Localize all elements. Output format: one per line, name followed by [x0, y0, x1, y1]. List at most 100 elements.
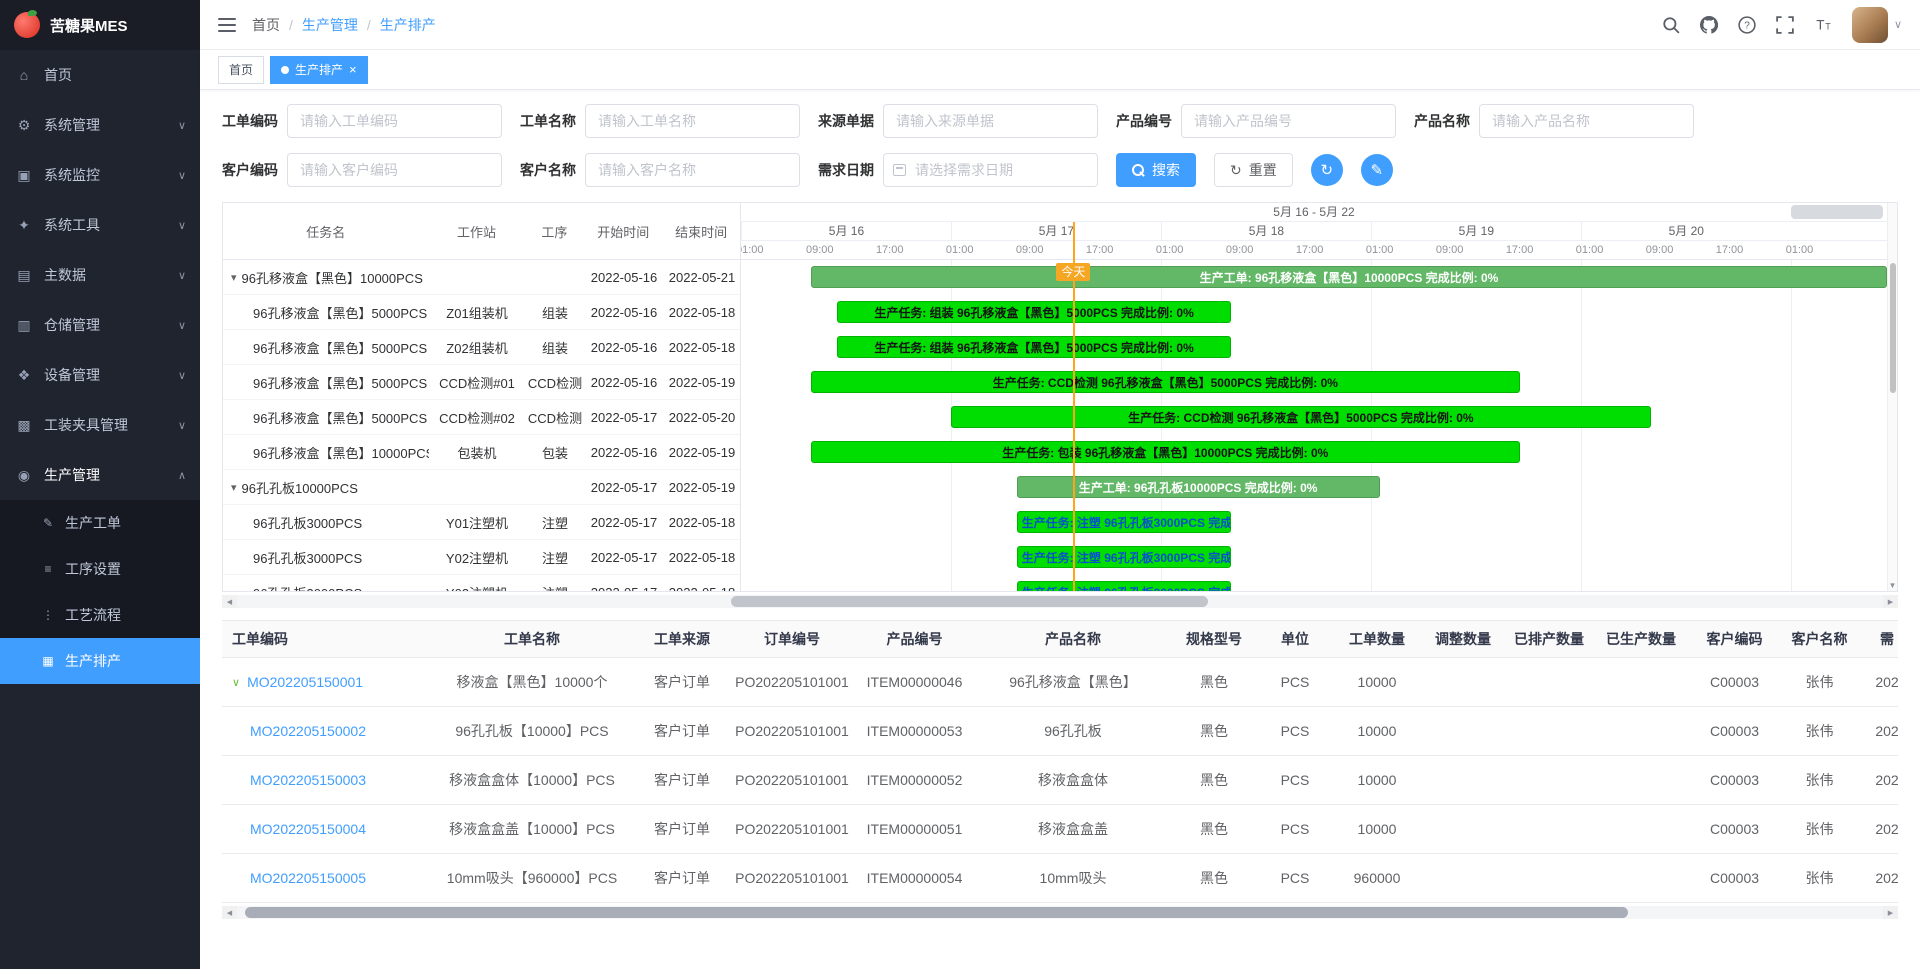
sidebar-item-production[interactable]: ◉生产管理∧	[0, 450, 200, 500]
user-menu[interactable]: ∨	[1852, 7, 1902, 43]
product-name-input[interactable]	[1479, 104, 1694, 138]
filter-field-need-date: 需求日期	[818, 153, 1098, 187]
product-code-input[interactable]	[1181, 104, 1396, 138]
work-order-name-input-wrap	[585, 104, 800, 138]
source-document-input[interactable]	[883, 104, 1098, 138]
gantt-vertical-scrollbar[interactable]: ▼	[1887, 203, 1897, 591]
sidebar-item-process-settings[interactable]: ≡工序设置	[0, 546, 200, 592]
customer-name-input[interactable]	[585, 153, 800, 187]
work-order-link[interactable]: MO202205150003	[250, 772, 366, 788]
gantt-hscroll-right-arrow[interactable]: ▶	[1883, 595, 1898, 608]
sidebar-item-warehouse[interactable]: ▥仓储管理∨	[0, 300, 200, 350]
gantt-task-row[interactable]: 96孔孔板3000PCSY02注塑机注塑2022-05-172022-05-18	[223, 540, 740, 575]
gantt-vscroll-down-arrow[interactable]: ▼	[1888, 581, 1897, 590]
breadcrumb-item[interactable]: 生产管理	[302, 15, 358, 35]
orders-cell-code: MO202205150004	[222, 821, 432, 837]
tab-首页[interactable]: 首页	[218, 56, 264, 84]
product-code-label: 产品编号	[1116, 111, 1172, 131]
sidebar-item-process-flow[interactable]: ⋮工艺流程	[0, 592, 200, 638]
table-horizontal-scrollbar[interactable]: ◀ ▶	[222, 906, 1898, 919]
gantt-task-bar[interactable]: 生产任务: 包装 96孔移液盒【黑色】10000PCS 完成比例: 0%	[811, 441, 1520, 463]
font-size-icon[interactable]: TT	[1814, 16, 1832, 34]
gantt-task-row[interactable]: 96孔移液盒【黑色】5000PCSZ01组装机组装2022-05-162022-…	[223, 295, 740, 330]
gantt-order-bar[interactable]: 生产工单: 96孔孔板10000PCS 完成比例: 0%	[1017, 476, 1380, 498]
gantt-task-bar[interactable]: 生产任务: 注塑 96孔孔板3000PCS 完成比例: 0%	[1017, 581, 1231, 591]
table-hscroll-track[interactable]	[237, 906, 1883, 919]
gantt-hscroll-thumb[interactable]	[731, 596, 1208, 607]
sidebar-toggle-icon[interactable]	[218, 18, 236, 32]
gantt-hscroll-left-arrow[interactable]: ◀	[222, 595, 237, 608]
help-icon[interactable]: ?	[1738, 16, 1756, 34]
edit-circle-button[interactable]: ✎	[1361, 154, 1393, 186]
tab-生产排产[interactable]: 生产排产×	[270, 56, 368, 84]
avatar[interactable]	[1852, 7, 1888, 43]
sidebar-item-home[interactable]: ⌂首页	[0, 50, 200, 100]
customer-code-input[interactable]	[287, 153, 502, 187]
gantt-task-row[interactable]: 96孔孔板3000PCSY01注塑机注塑2022-05-172022-05-18	[223, 505, 740, 540]
search-icon[interactable]	[1662, 16, 1680, 34]
work-order-link[interactable]: MO202205150005	[250, 870, 366, 886]
orders-cell-source: 客户订单	[632, 721, 732, 741]
work-order-code-input[interactable]	[287, 104, 502, 138]
gantt-task-row[interactable]: 96孔移液盒【黑色】10000PCS包装机包装2022-05-162022-05…	[223, 435, 740, 470]
refresh-circle-button[interactable]: ↻	[1311, 154, 1343, 186]
breadcrumb-separator: /	[289, 17, 293, 33]
table-hscroll-left-arrow[interactable]: ◀	[222, 906, 237, 919]
gantt-task-bar[interactable]: 生产任务: 注塑 96孔孔板3000PCS 完成比例: 0%	[1017, 546, 1231, 568]
orders-table-row[interactable]: ∨MO202205150001移液盒【黑色】10000个客户订单PO202205…	[222, 658, 1898, 707]
orders-table-row[interactable]: MO202205150004移液盒盒盖【10000】PCS客户订单PO20220…	[222, 805, 1898, 854]
sidebar-item-system-tools[interactable]: ✦系统工具∨	[0, 200, 200, 250]
gantt-task-row[interactable]: 96孔移液盒【黑色】5000PCSZ02组装机组装2022-05-162022-…	[223, 330, 740, 365]
caret-down-icon[interactable]: ▾	[231, 481, 237, 494]
fullscreen-icon[interactable]	[1776, 16, 1794, 34]
tab-close-icon[interactable]: ×	[349, 63, 357, 76]
gantt-task-row[interactable]: 96孔孔板3000PCSY03注塑机注塑2022-05-172022-05-18	[223, 575, 740, 591]
work-order-link[interactable]: MO202205150004	[250, 821, 366, 837]
work-order-link[interactable]: MO202205150002	[250, 723, 366, 739]
github-icon[interactable]	[1700, 16, 1718, 34]
gantt-task-row[interactable]: 96孔移液盒【黑色】5000PCSCCD检测#02CCD检测2022-05-17…	[223, 400, 740, 435]
search-button[interactable]: 搜索	[1116, 153, 1196, 187]
orders-cell-product-name: 96孔孔板	[977, 721, 1169, 741]
reset-button[interactable]: ↻重置	[1214, 153, 1293, 187]
gantt-task-bar[interactable]: 生产任务: 注塑 96孔孔板3000PCS 完成比例: 0%	[1017, 511, 1231, 533]
gantt-grid-header: 任务名工作站工序开始时间结束时间	[223, 203, 740, 260]
breadcrumb-item[interactable]: 首页	[252, 15, 280, 35]
orders-cell-need-date: 202	[1857, 870, 1917, 886]
gantt-task-bar[interactable]: 生产任务: 组装 96孔移液盒【黑色】5000PCS 完成比例: 0%	[837, 301, 1231, 323]
gantt-range-label: 5月 16 - 5月 22	[1273, 205, 1354, 219]
gantt-horizontal-scrollbar[interactable]: ◀ ▶	[222, 595, 1898, 608]
sidebar-item-system-monitor[interactable]: ▣系统监控∨	[0, 150, 200, 200]
orders-table-row[interactable]: MO20220515000296孔孔板【10000】PCS客户订单PO20220…	[222, 707, 1898, 756]
sidebar-item-master-data[interactable]: ▤主数据∨	[0, 250, 200, 300]
gantt-end-cell: 2022-05-18	[663, 305, 740, 320]
orders-table-row[interactable]: MO202205150003移液盒盒体【10000】PCS客户订单PO20220…	[222, 756, 1898, 805]
gantt-order-bar[interactable]: 生产工单: 96孔移液盒【黑色】10000PCS 完成比例: 0%	[811, 266, 1887, 288]
orders-column-header: 产品编号	[852, 629, 977, 649]
gantt-task-bar[interactable]: 生产任务: CCD检测 96孔移液盒【黑色】5000PCS 完成比例: 0%	[811, 371, 1520, 393]
gantt-task-row[interactable]: ▾96孔孔板10000PCS2022-05-172022-05-19	[223, 470, 740, 505]
gantt-task-row[interactable]: 96孔移液盒【黑色】5000PCSCCD检测#01CCD检测2022-05-16…	[223, 365, 740, 400]
work-order-link[interactable]: MO202205150001	[247, 674, 363, 690]
gantt-day-label: 5月 20	[1581, 222, 1791, 240]
gantt-task-row[interactable]: ▾96孔移液盒【黑色】10000PCS2022-05-162022-05-21	[223, 260, 740, 295]
caret-down-icon[interactable]: ▾	[231, 271, 237, 284]
need-date-input[interactable]	[883, 153, 1098, 187]
orders-cell-unit: PCS	[1259, 870, 1331, 886]
table-hscroll-right-arrow[interactable]: ▶	[1883, 906, 1898, 919]
gantt-task-bar[interactable]: 生产任务: CCD检测 96孔移液盒【黑色】5000PCS 完成比例: 0%	[951, 406, 1651, 428]
expand-caret-icon[interactable]: ∨	[232, 676, 240, 689]
table-hscroll-thumb[interactable]	[245, 907, 1628, 918]
gantt-task-bar[interactable]: 生产任务: 组装 96孔移液盒【黑色】5000PCS 完成比例: 0%	[837, 336, 1231, 358]
gantt-hscroll-track[interactable]	[237, 595, 1883, 608]
orders-column-header: 需	[1857, 629, 1917, 649]
sidebar-item-fixture[interactable]: ▩工装夹具管理∨	[0, 400, 200, 450]
gantt-start-cell: 2022-05-17	[585, 550, 663, 565]
sidebar-item-work-order[interactable]: ✎生产工单	[0, 500, 200, 546]
work-order-name-input[interactable]	[585, 104, 800, 138]
sidebar-item-equipment[interactable]: ❖设备管理∨	[0, 350, 200, 400]
sidebar-item-system-admin[interactable]: ⚙系统管理∨	[0, 100, 200, 150]
gantt-vscroll-thumb[interactable]	[1890, 263, 1896, 393]
orders-table-row[interactable]: MO20220515000510mm吸头【960000】PCS客户订单PO202…	[222, 854, 1898, 903]
sidebar-item-scheduling[interactable]: ▦生产排产	[0, 638, 200, 684]
